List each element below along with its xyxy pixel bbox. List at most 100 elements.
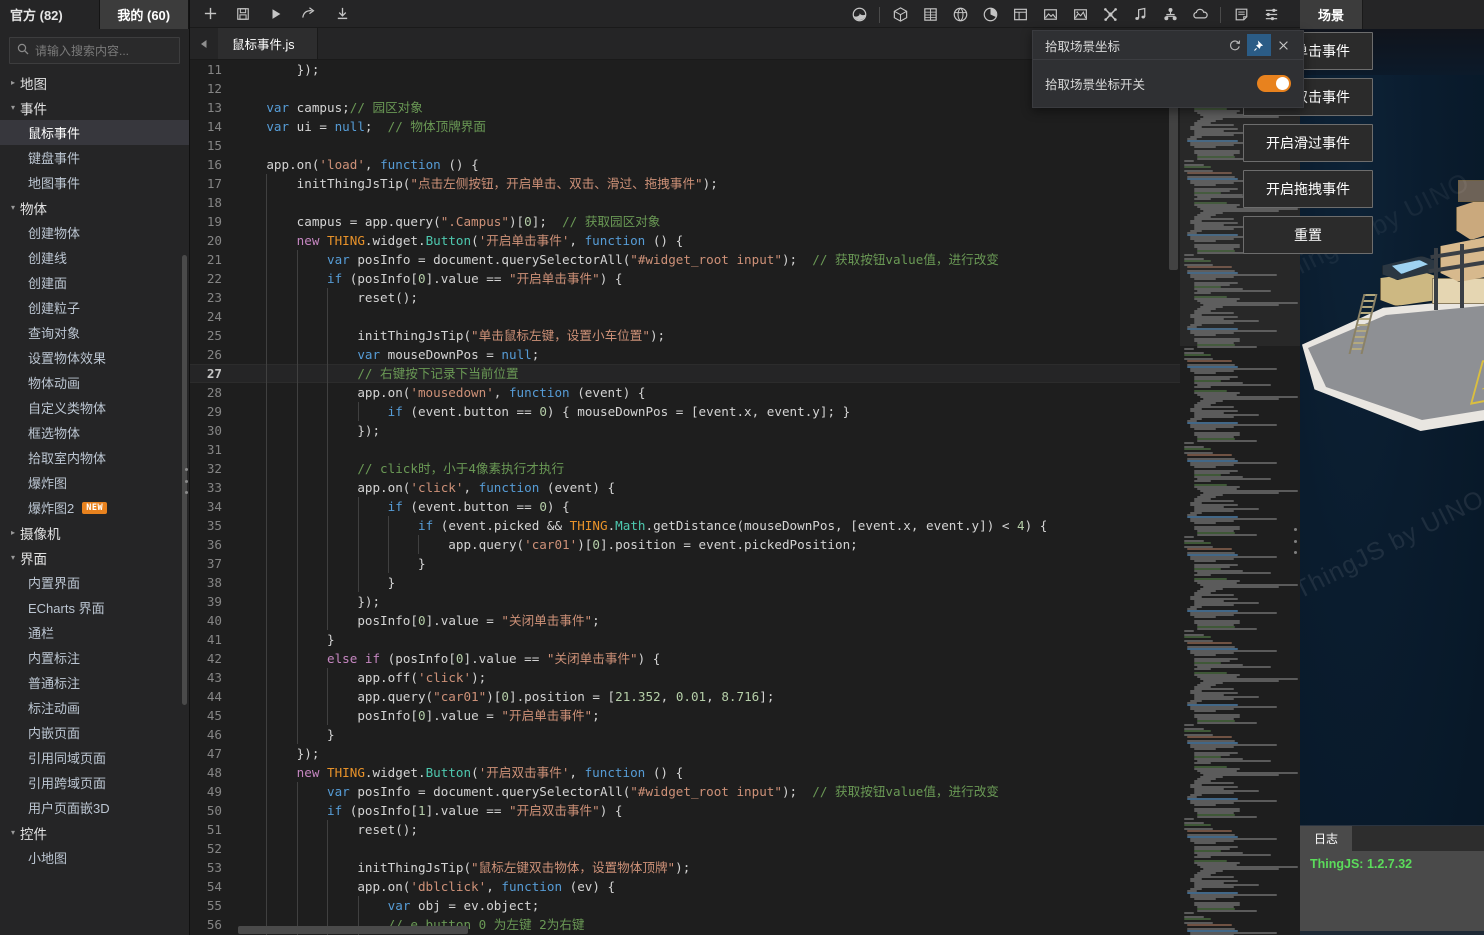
code-line[interactable]: 28 app.on('mousedown', function (event) … — [190, 383, 1180, 402]
sidebar-item-24[interactable]: 普通标注 — [0, 670, 189, 695]
share-icon[interactable] — [295, 2, 323, 26]
chevron-down-icon[interactable] — [6, 553, 20, 562]
code-line[interactable]: 15 — [190, 136, 1180, 155]
code-line[interactable]: 16 app.on('load', function () { — [190, 155, 1180, 174]
sidebar-item-18[interactable]: 摄像机 — [0, 520, 189, 545]
search-box[interactable] — [9, 37, 180, 64]
code-line[interactable]: 45 posInfo[0].value = "开启单击事件"; — [190, 706, 1180, 725]
sidebar-item-19[interactable]: 界面 — [0, 545, 189, 570]
search-input[interactable] — [35, 43, 172, 58]
sidebar-item-6[interactable]: 创建物体 — [0, 220, 189, 245]
sidebar-item-7[interactable]: 创建线 — [0, 245, 189, 270]
code-line[interactable]: 23 reset(); — [190, 288, 1180, 307]
sidebar-item-3[interactable]: 键盘事件 — [0, 145, 189, 170]
code-line[interactable]: 17 initThingJsTip("点击左侧按钮，开启单击、双击、滑过、拖拽事… — [190, 174, 1180, 193]
download-icon[interactable] — [328, 2, 356, 26]
sidebar-item-29[interactable]: 用户页面嵌3D — [0, 795, 189, 820]
scene-widget-button-2[interactable]: 开启滑过事件 — [1243, 124, 1373, 162]
minimap-resize-handle[interactable] — [1293, 528, 1298, 554]
tab-scroll-left-button[interactable] — [190, 28, 218, 59]
sidebar-item-25[interactable]: 标注动画 — [0, 695, 189, 720]
sidebar-item-12[interactable]: 物体动画 — [0, 370, 189, 395]
pie-chart-icon[interactable] — [976, 3, 1004, 27]
code-line[interactable]: 19 campus = app.query(".Campus")[0]; // … — [190, 212, 1180, 231]
pin-icon[interactable] — [1247, 34, 1271, 56]
code-line[interactable]: 51 reset(); — [190, 820, 1180, 839]
code-line[interactable]: 54 app.on('dblclick', function (ev) { — [190, 877, 1180, 896]
code-line[interactable]: 25 initThingJsTip("单击鼠标左键，设置小车位置"); — [190, 326, 1180, 345]
sidebar-item-5[interactable]: 物体 — [0, 195, 189, 220]
code-line[interactable]: 32 // click时，小于4像素执行才执行 — [190, 459, 1180, 478]
particle-icon[interactable] — [1096, 3, 1124, 27]
code-line[interactable]: 34 if (event.button == 0) { — [190, 497, 1180, 516]
code-line[interactable]: 21 var posInfo = document.querySelectorA… — [190, 250, 1180, 269]
code-line[interactable]: 29 if (event.button == 0) { mouseDownPos… — [190, 402, 1180, 421]
code-line[interactable]: 46 } — [190, 725, 1180, 744]
music-icon[interactable] — [1126, 3, 1154, 27]
code-line[interactable]: 38 } — [190, 573, 1180, 592]
code-line[interactable]: 33 app.on('click', function (event) { — [190, 478, 1180, 497]
code-line[interactable]: 41 } — [190, 630, 1180, 649]
settings-sliders-icon[interactable] — [1257, 3, 1285, 27]
code-line[interactable]: 14 var ui = null; // 物体顶牌界面 — [190, 117, 1180, 136]
sidebar-item-31[interactable]: 小地图 — [0, 845, 189, 870]
save-icon[interactable] — [229, 2, 257, 26]
scene-widget-button-3[interactable]: 开启拖拽事件 — [1243, 170, 1373, 208]
sidebar-item-15[interactable]: 拾取室内物体 — [0, 445, 189, 470]
code-line[interactable]: 30 }); — [190, 421, 1180, 440]
sidebar-tab-mine[interactable]: 我的 (60) — [99, 0, 189, 29]
code-line[interactable]: 22 if (posInfo[0].value == "开启单击事件") { — [190, 269, 1180, 288]
code-line[interactable]: 49 var posInfo = document.querySelectorA… — [190, 782, 1180, 801]
sidebar-item-9[interactable]: 创建粒子 — [0, 295, 189, 320]
sidebar-item-22[interactable]: 通栏 — [0, 620, 189, 645]
building-icon[interactable] — [916, 3, 944, 27]
sidebar-item-8[interactable]: 创建面 — [0, 270, 189, 295]
tab-scene[interactable]: 场景 — [1300, 0, 1363, 29]
image-alt-icon[interactable] — [1066, 3, 1094, 27]
code-line[interactable]: 37 } — [190, 554, 1180, 573]
sidebar-item-27[interactable]: 引用同域页面 — [0, 745, 189, 770]
sidebar-item-0[interactable]: 地图 — [0, 70, 189, 95]
tab-log[interactable]: 日志 — [1300, 826, 1353, 851]
sidebar-item-10[interactable]: 查询对象 — [0, 320, 189, 345]
sidebar-item-17[interactable]: 爆炸图2 NEW — [0, 495, 189, 520]
code-line[interactable]: 26 var mouseDownPos = null; — [190, 345, 1180, 364]
code-line[interactable]: 40 posInfo[0].value = "关闭单击事件"; — [190, 611, 1180, 630]
editor-horizontal-scrollbar[interactable] — [190, 926, 1180, 935]
sidebar-item-23[interactable]: 内置标注 — [0, 645, 189, 670]
chevron-down-icon[interactable] — [6, 828, 20, 837]
code-line[interactable]: 52 — [190, 839, 1180, 858]
sidebar-item-16[interactable]: 爆炸图 — [0, 470, 189, 495]
code-line[interactable]: 42 else if (posInfo[0].value == "关闭单击事件"… — [190, 649, 1180, 668]
close-icon[interactable] — [1271, 34, 1295, 56]
note-icon[interactable] — [1227, 3, 1255, 27]
sidebar-item-21[interactable]: ECharts 界面 — [0, 595, 189, 620]
scene-widget-button-4[interactable]: 重置 — [1243, 216, 1373, 254]
code-line[interactable]: 39 }); — [190, 592, 1180, 611]
chevron-right-icon[interactable] — [6, 78, 20, 87]
code-line[interactable]: 48 new THING.widget.Button('开启双击事件', fun… — [190, 763, 1180, 782]
file-tab-mouse-events[interactable]: 鼠标事件.js — [218, 28, 318, 59]
image-icon[interactable] — [1036, 3, 1064, 27]
sidebar-item-28[interactable]: 引用跨域页面 — [0, 770, 189, 795]
sidebar-item-13[interactable]: 自定义类物体 — [0, 395, 189, 420]
sidebar-item-2[interactable]: 鼠标事件 — [0, 120, 189, 145]
sidebar-item-14[interactable]: 框选物体 — [0, 420, 189, 445]
sidebar-item-1[interactable]: 事件 — [0, 95, 189, 120]
code-line[interactable]: 50 if (posInfo[1].value == "开启双击事件") { — [190, 801, 1180, 820]
code-line[interactable]: 36 app.query('car01')[0].position = even… — [190, 535, 1180, 554]
sidebar-tab-official[interactable]: 官方 (82) — [0, 0, 100, 29]
code-line[interactable]: 18 — [190, 193, 1180, 212]
sidebar-item-4[interactable]: 地图事件 — [0, 170, 189, 195]
code-line[interactable]: 20 new THING.widget.Button('开启单击事件', fun… — [190, 231, 1180, 250]
box-icon[interactable] — [886, 3, 914, 27]
chevron-right-icon[interactable] — [6, 528, 20, 537]
new-file-icon[interactable] — [196, 2, 224, 26]
sidebar-item-26[interactable]: 内嵌页面 — [0, 720, 189, 745]
scene-sphere-icon[interactable] — [845, 3, 873, 27]
globe-icon[interactable] — [946, 3, 974, 27]
chevron-down-icon[interactable] — [6, 103, 20, 112]
sidebar-resize-handle[interactable] — [184, 468, 189, 494]
cloud-icon[interactable] — [1186, 3, 1214, 27]
code-line[interactable]: 55 var obj = ev.object; — [190, 896, 1180, 915]
